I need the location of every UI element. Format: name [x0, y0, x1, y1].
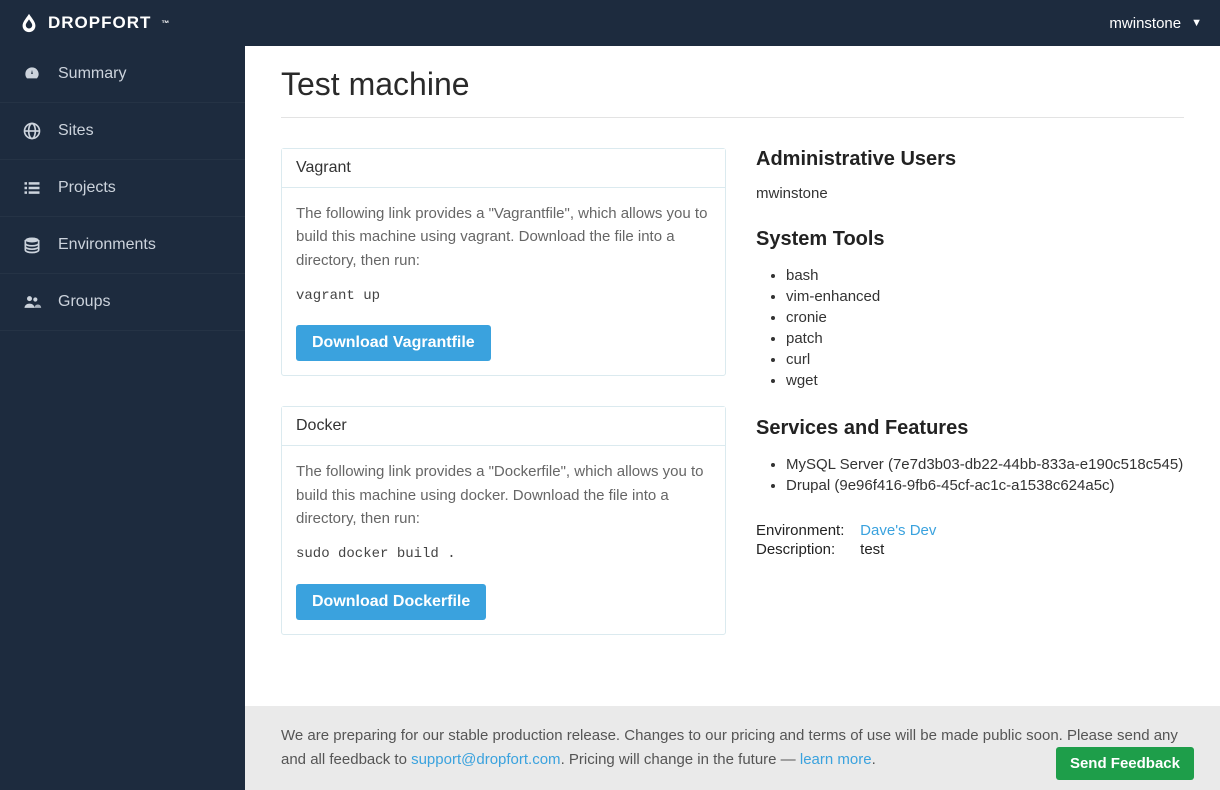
vagrant-command: vagrant up [296, 286, 711, 308]
environment-link[interactable]: Dave's Dev [860, 522, 936, 539]
footer: We are preparing for our stable producti… [245, 706, 1220, 790]
services-heading: Services and Features [756, 417, 1184, 440]
sidebar-item-label: Summary [58, 65, 126, 83]
sidebar-item-label: Groups [58, 293, 110, 311]
dashboard-icon [22, 64, 42, 84]
download-dockerfile-button[interactable]: Download Dockerfile [296, 584, 486, 620]
vagrant-panel: Vagrant The following link provides a "V… [281, 148, 726, 376]
brand-tm: ™ [161, 19, 170, 28]
main: Test machine Vagrant The following link … [245, 46, 1220, 790]
support-email-link[interactable]: support@dropfort.com [411, 751, 560, 768]
footer-text: . Pricing will change in the future — [561, 751, 800, 768]
sidebar-item-label: Sites [58, 122, 94, 140]
list-item: cronie [786, 307, 1184, 328]
environment-row: Environment: Dave's Dev [756, 522, 1184, 539]
services-list: MySQL Server (7e7d3b03-db22-44bb-833a-e1… [756, 454, 1184, 496]
sidebar: Summary Sites Projects Environments Grou… [0, 46, 245, 790]
description-row: Description: test [756, 541, 1184, 558]
environment-label: Environment: [756, 522, 856, 539]
globe-icon [22, 121, 42, 141]
list-icon [22, 178, 42, 198]
footer-text: . [872, 751, 876, 768]
download-vagrantfile-button[interactable]: Download Vagrantfile [296, 325, 491, 361]
list-item: MySQL Server (7e7d3b03-db22-44bb-833a-e1… [786, 454, 1184, 475]
sidebar-item-summary[interactable]: Summary [0, 46, 245, 103]
page-title: Test machine [281, 66, 1184, 118]
sidebar-item-environments[interactable]: Environments [0, 217, 245, 274]
sidebar-item-groups[interactable]: Groups [0, 274, 245, 331]
docker-heading: Docker [282, 407, 725, 446]
vagrant-description: The following link provides a "Vagrantfi… [296, 202, 711, 272]
send-feedback-button[interactable]: Send Feedback [1056, 747, 1194, 780]
sidebar-item-sites[interactable]: Sites [0, 103, 245, 160]
vagrant-heading: Vagrant [282, 149, 725, 188]
sidebar-item-projects[interactable]: Projects [0, 160, 245, 217]
topbar: DROPFORT ™ mwinstone ▼ [0, 0, 1220, 46]
system-tools-list: bash vim-enhanced cronie patch curl wget [756, 265, 1184, 391]
learn-more-link[interactable]: learn more [800, 751, 872, 768]
admin-user: mwinstone [756, 185, 1184, 202]
description-value: test [860, 541, 884, 558]
chevron-down-icon: ▼ [1191, 17, 1202, 29]
content: Test machine Vagrant The following link … [245, 46, 1220, 706]
list-item: vim-enhanced [786, 286, 1184, 307]
stack-icon [22, 235, 42, 255]
sidebar-item-label: Environments [58, 236, 156, 254]
user-menu[interactable]: mwinstone ▼ [1109, 15, 1202, 32]
admin-users-heading: Administrative Users [756, 148, 1184, 171]
brand-logo-icon [18, 12, 40, 34]
brand[interactable]: DROPFORT ™ [18, 12, 170, 34]
users-icon [22, 292, 42, 312]
system-tools-heading: System Tools [756, 228, 1184, 251]
list-item: patch [786, 328, 1184, 349]
list-item: Drupal (9e96f416-9fb6-45cf-ac1c-a1538c62… [786, 475, 1184, 496]
docker-panel: Docker The following link provides a "Do… [281, 406, 726, 634]
user-name: mwinstone [1109, 15, 1181, 32]
list-item: bash [786, 265, 1184, 286]
list-item: wget [786, 370, 1184, 391]
description-label: Description: [756, 541, 856, 558]
sidebar-item-label: Projects [58, 179, 116, 197]
brand-name: DROPFORT [48, 13, 151, 33]
list-item: curl [786, 349, 1184, 370]
docker-command: sudo docker build . [296, 544, 711, 566]
docker-description: The following link provides a "Dockerfil… [296, 460, 711, 530]
